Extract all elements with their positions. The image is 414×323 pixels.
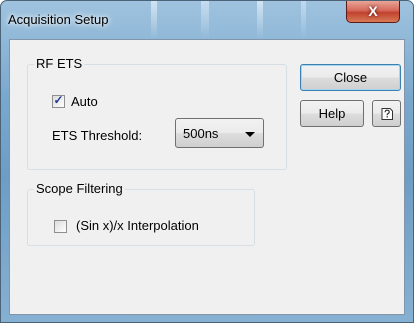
title-bar[interactable]: Acquisition Setup X	[1, 1, 413, 39]
dialog-client-area: RF ETS ✓ Auto ETS Threshold: 500ns Scope…	[9, 39, 405, 315]
ets-threshold-value: 500ns	[183, 126, 219, 141]
checkmark-icon: ✓	[53, 93, 64, 107]
title-bar-highlight	[301, 1, 306, 39]
scope-filtering-group-label: Scope Filtering	[34, 181, 125, 196]
title-bar-highlight	[201, 1, 209, 39]
title-bar-highlight	[257, 1, 263, 39]
ets-threshold-select[interactable]: 500ns	[175, 118, 264, 148]
rf-ets-group-label: RF ETS	[34, 56, 85, 71]
window-title: Acquisition Setup	[8, 12, 109, 27]
title-bar-highlight	[151, 1, 157, 39]
auto-checkbox[interactable]: ✓	[52, 93, 65, 108]
rf-ets-group: RF ETS	[27, 56, 287, 170]
close-button[interactable]: Close	[300, 64, 401, 91]
dialog-window: Acquisition Setup X RF ETS ✓ Auto ETS Th…	[0, 0, 414, 323]
help-button[interactable]: Help	[300, 100, 364, 127]
window-close-button[interactable]: X	[346, 1, 400, 23]
sinx-interpolation-checkbox[interactable]	[54, 220, 67, 233]
ets-threshold-label: ETS Threshold:	[52, 128, 143, 143]
close-icon: X	[368, 3, 378, 19]
help-button-label: Help	[318, 106, 346, 121]
chevron-down-icon	[245, 132, 255, 137]
context-help-icon	[381, 108, 393, 120]
context-help-button[interactable]	[372, 100, 401, 127]
auto-label: Auto	[71, 94, 98, 109]
close-button-label: Close	[333, 70, 368, 85]
sinx-interpolation-label: (Sin x)/x Interpolation	[76, 218, 199, 233]
